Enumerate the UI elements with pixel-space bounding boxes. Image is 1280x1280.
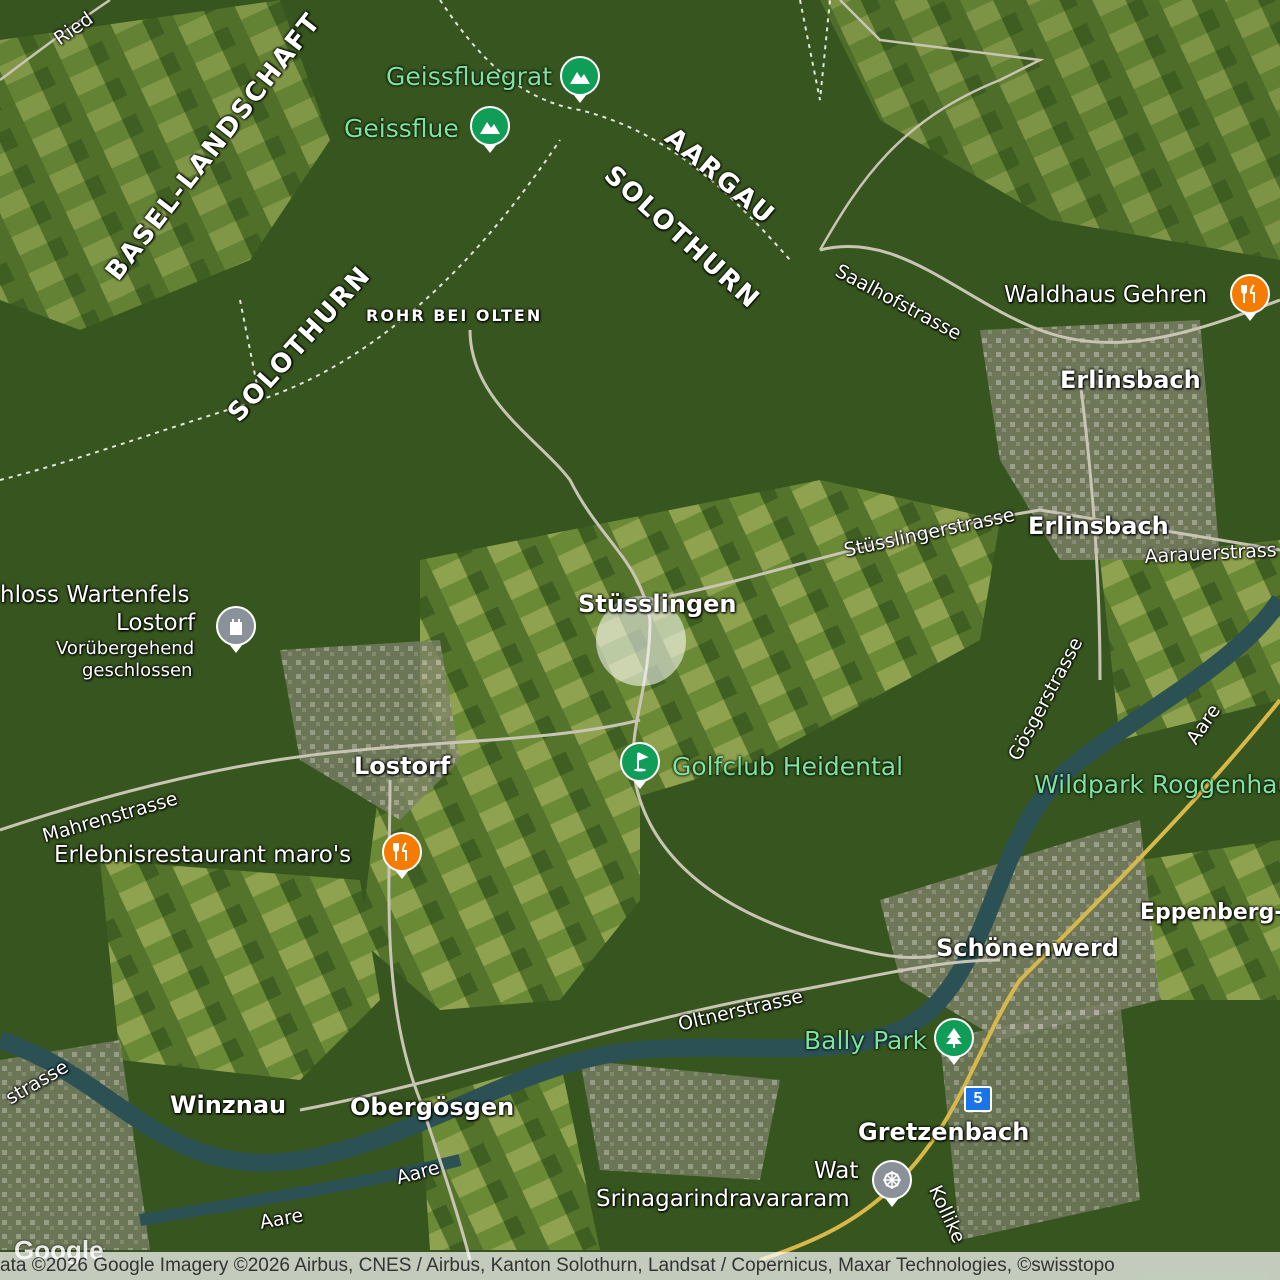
- town-schonenwerd[interactable]: Schönenwerd: [936, 934, 1119, 962]
- castle-icon[interactable]: [216, 606, 256, 653]
- poi-schloss-wartenfels-status: geschlossen: [82, 660, 193, 681]
- town-gretzenbach[interactable]: Gretzenbach: [858, 1118, 1029, 1146]
- poi-erlebnisrestaurant-label[interactable]: Erlebnisrestaurant maro's: [54, 842, 351, 868]
- restaurant-icon[interactable]: [382, 832, 422, 879]
- map-attribution[interactable]: ata ©2026 Google Imagery ©2026 Airbus, C…: [0, 1252, 1280, 1280]
- poi-wat-name[interactable]: Srinagarindravararam: [596, 1186, 850, 1212]
- mountain-icon[interactable]: [560, 56, 600, 103]
- town-erlinsbach[interactable]: Erlinsbach: [1028, 512, 1169, 540]
- poi-schloss-wartenfels-label[interactable]: hloss Wartenfels: [0, 582, 190, 608]
- town-obergosgen[interactable]: Obergösgen: [350, 1093, 514, 1121]
- golf-icon[interactable]: [620, 742, 660, 789]
- poi-golfclub-label[interactable]: Golfclub Heidental: [672, 752, 903, 781]
- poi-wat-label[interactable]: Wat: [814, 1158, 858, 1184]
- poi-geissflue-label[interactable]: Geissflue: [344, 114, 459, 143]
- town-eppenberg[interactable]: Eppenberg-: [1140, 900, 1280, 925]
- poi-schloss-wartenfels-status: Vorübergehend: [56, 638, 195, 659]
- town-winznau[interactable]: Winznau: [170, 1091, 286, 1119]
- town-stusslingen[interactable]: Stüsslingen: [578, 590, 737, 618]
- dharma-wheel-icon[interactable]: [872, 1160, 912, 1207]
- region-rohr-bei-olten: ROHR BEI OLTEN: [366, 306, 543, 325]
- poi-wildpark-label[interactable]: Wildpark Roggenhau: [1034, 770, 1280, 799]
- route-shield: 5: [964, 1086, 992, 1112]
- town-erlinsbach[interactable]: Erlinsbach: [1060, 366, 1201, 394]
- restaurant-icon[interactable]: [1230, 274, 1270, 321]
- poi-schloss-wartenfels-town: Lostorf: [116, 610, 196, 636]
- poi-waldhaus-gehren-label[interactable]: Waldhaus Gehren: [1004, 282, 1207, 308]
- mountain-icon[interactable]: [470, 106, 510, 153]
- urban-area: [580, 1060, 780, 1180]
- tree-icon[interactable]: [934, 1018, 974, 1065]
- poi-geissfluegrat-label[interactable]: Geissfluegrat: [386, 62, 552, 91]
- poi-bally-park-label[interactable]: Bally Park: [804, 1026, 927, 1055]
- town-lostorf[interactable]: Lostorf: [354, 752, 450, 780]
